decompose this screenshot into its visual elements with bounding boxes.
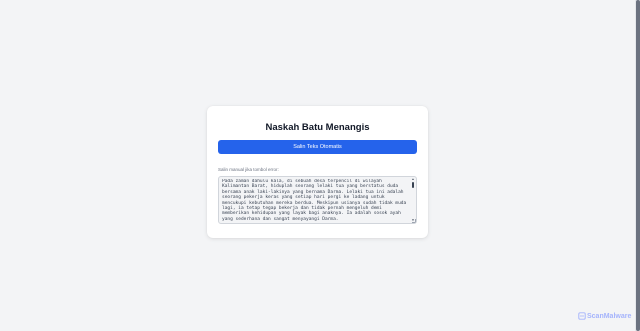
resize-handle-icon[interactable] xyxy=(412,219,416,223)
copy-text-button[interactable]: Salin Teks Otomatis xyxy=(218,140,417,154)
scanmalware-logo-icon xyxy=(578,312,586,320)
script-card: Naskah Batu Menangis Salin Teks Otomatis… xyxy=(207,106,428,238)
manual-copy-label: Salin manual jika tombol error: xyxy=(218,167,279,172)
story-textarea-container: Pada zaman dahulu kala, di sebuah desa t… xyxy=(218,176,417,224)
page-scrollbar-thumb[interactable] xyxy=(636,0,640,331)
textarea-scrollbar[interactable]: ▲ ▼ xyxy=(411,178,415,222)
story-textarea[interactable]: Pada zaman dahulu kala, di sebuah desa t… xyxy=(222,179,409,222)
card-title: Naskah Batu Menangis xyxy=(265,122,370,133)
scrollbar-thumb[interactable] xyxy=(412,182,414,188)
watermark-text: ScanMalware xyxy=(587,312,632,320)
page: Naskah Batu Menangis Salin Teks Otomatis… xyxy=(0,0,640,331)
watermark: ScanMalware xyxy=(578,311,631,321)
page-scrollbar[interactable] xyxy=(635,0,640,331)
scroll-up-arrow-icon[interactable]: ▲ xyxy=(411,178,415,181)
